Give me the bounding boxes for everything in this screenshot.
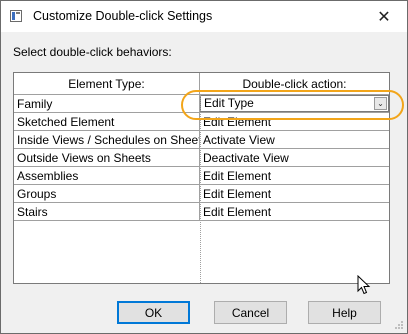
chevron-down-icon[interactable]: ⌄ xyxy=(374,97,387,110)
element-type-cell: Family xyxy=(14,94,200,113)
cancel-button[interactable]: Cancel xyxy=(214,301,287,324)
element-type-cell: Inside Views / Schedules on Sheets xyxy=(14,130,200,149)
action-cell[interactable]: Activate View xyxy=(199,130,389,149)
table-row[interactable]: Groups Edit Element xyxy=(14,184,389,203)
prompt-label: Select double-click behaviors: xyxy=(13,45,172,59)
element-type-cell: Groups xyxy=(14,184,200,203)
title-bar: Customize Double-click Settings ✕ xyxy=(1,1,407,32)
action-cell[interactable]: Edit Element xyxy=(199,112,389,131)
element-type-cell: Assemblies xyxy=(14,166,200,185)
close-button[interactable]: ✕ xyxy=(361,1,407,32)
table-row[interactable]: Stairs Edit Element xyxy=(14,202,389,221)
header-element-type: Element Type: xyxy=(14,73,200,95)
table-row[interactable]: Sketched Element Edit Element xyxy=(14,112,389,131)
header-double-click-action: Double-click action: xyxy=(199,73,389,95)
dialog-window: Customize Double-click Settings ✕ Select… xyxy=(0,0,408,334)
element-type-cell: Outside Views on Sheets xyxy=(14,148,200,167)
action-cell[interactable]: Deactivate View xyxy=(199,148,389,167)
action-cell[interactable]: Edit Element xyxy=(199,202,389,221)
element-type-cell: Sketched Element xyxy=(14,112,200,131)
mouse-cursor-icon xyxy=(357,275,371,295)
table-row[interactable]: Outside Views on Sheets Deactivate View xyxy=(14,148,389,167)
table-row[interactable]: Family Edit Type ⌄ xyxy=(14,94,389,113)
app-icon xyxy=(10,10,22,22)
action-cell[interactable]: Edit Element xyxy=(199,184,389,203)
resize-grip-icon[interactable] xyxy=(394,320,404,330)
column-divider xyxy=(200,95,201,283)
dialog-title: Customize Double-click Settings xyxy=(33,9,213,23)
element-type-cell: Stairs xyxy=(14,202,200,221)
action-cell[interactable]: Edit Type ⌄ xyxy=(199,94,389,113)
action-cell[interactable]: Edit Element xyxy=(199,166,389,185)
table-row[interactable]: Inside Views / Schedules on Sheets Activ… xyxy=(14,130,389,149)
table-row[interactable]: Assemblies Edit Element xyxy=(14,166,389,185)
behaviors-grid: Element Type: Double-click action: Famil… xyxy=(13,72,390,284)
action-dropdown[interactable]: Edit Type ⌄ xyxy=(200,95,389,112)
help-button[interactable]: Help xyxy=(308,301,381,324)
ok-button[interactable]: OK xyxy=(117,301,190,324)
action-dropdown-value: Edit Type xyxy=(204,96,254,110)
